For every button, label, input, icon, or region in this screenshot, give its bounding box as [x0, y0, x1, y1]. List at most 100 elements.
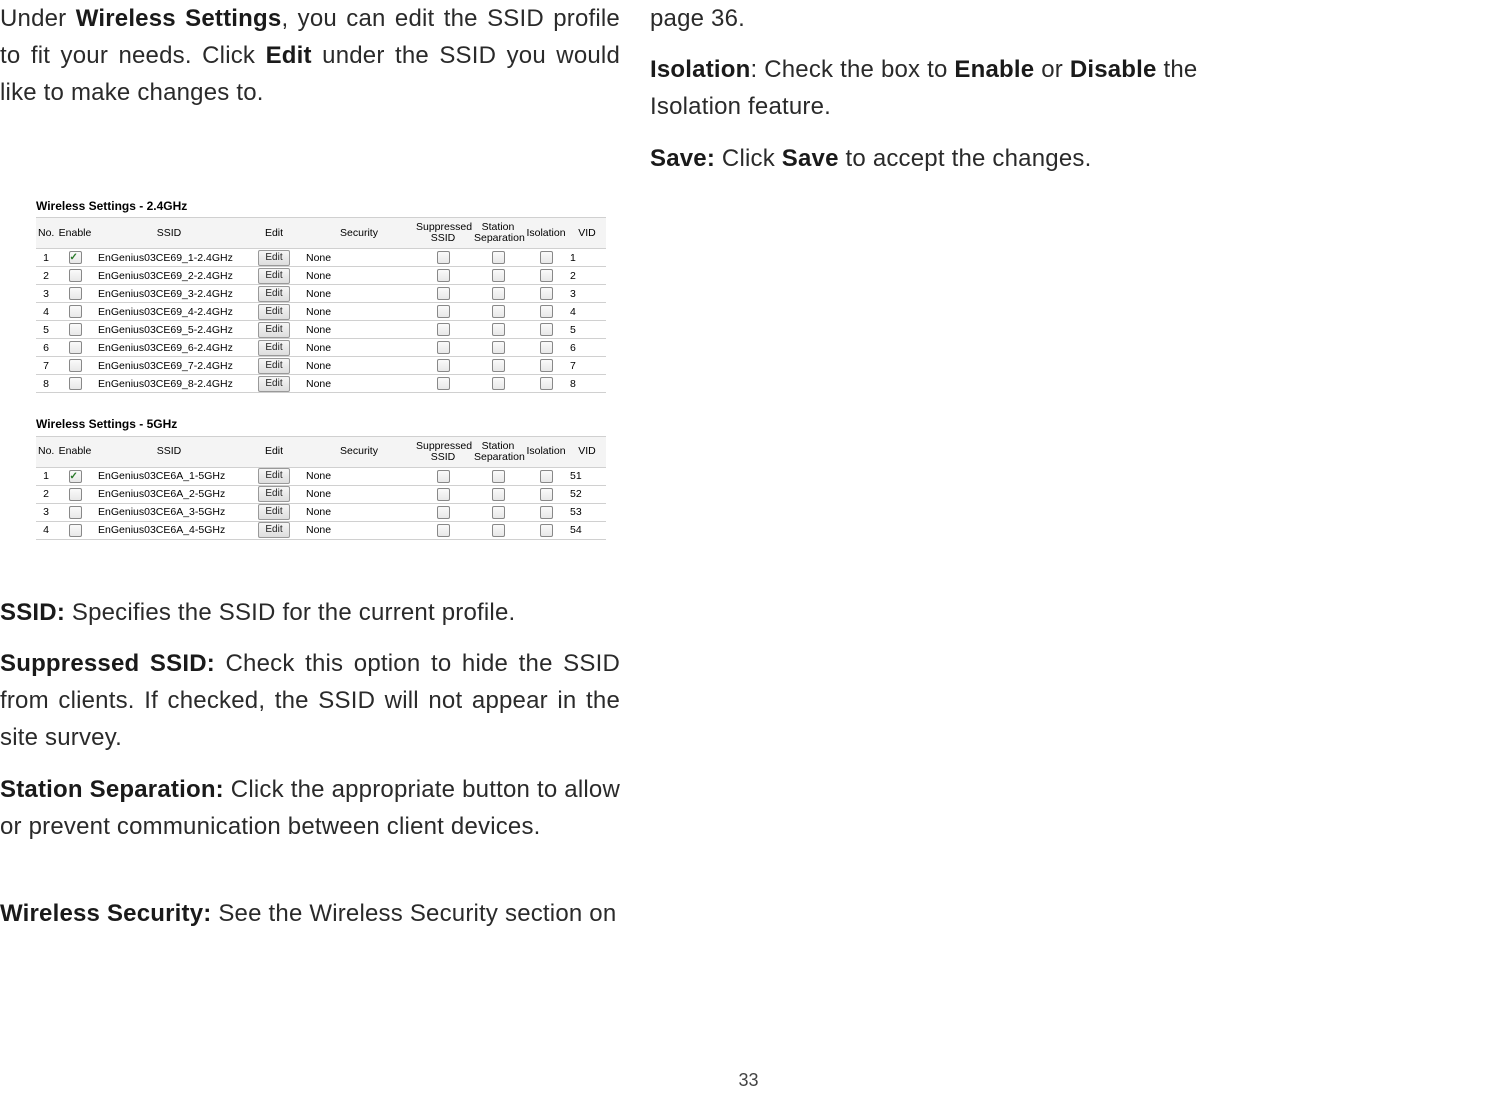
suppressed-checkbox[interactable]: [437, 251, 450, 264]
table-row: 4EnGenius03CE69_4-2.4GHzEditNone4: [36, 303, 606, 321]
suppressed-checkbox[interactable]: [437, 269, 450, 282]
cell-iso: [524, 485, 568, 503]
cell-edit: Edit: [244, 339, 304, 357]
isolation-checkbox[interactable]: [540, 341, 553, 354]
separation-checkbox[interactable]: [492, 524, 505, 537]
table-header: Security: [304, 436, 414, 467]
term-enable: Enable: [954, 56, 1034, 83]
suppressed-checkbox[interactable]: [437, 524, 450, 537]
cell-sup: [414, 357, 472, 375]
cell-enable: [56, 321, 94, 339]
cell-sep: [472, 467, 524, 485]
edit-button[interactable]: Edit: [258, 504, 289, 520]
edit-button[interactable]: Edit: [258, 376, 289, 392]
separation-checkbox[interactable]: [492, 341, 505, 354]
table-row: 3EnGenius03CE6A_3-5GHzEditNone53: [36, 503, 606, 521]
cell-edit: Edit: [244, 303, 304, 321]
cell-enable: [56, 521, 94, 539]
cell-vid: 1: [568, 249, 606, 267]
separation-checkbox[interactable]: [492, 287, 505, 300]
cell-edit: Edit: [244, 521, 304, 539]
cell-sup: [414, 467, 472, 485]
edit-button[interactable]: Edit: [258, 322, 289, 338]
suppressed-checkbox[interactable]: [437, 341, 450, 354]
right-column: page 36. Isolation: Check the box to Ena…: [650, 0, 1290, 191]
enable-checkbox[interactable]: [69, 524, 82, 537]
enable-checkbox[interactable]: [69, 359, 82, 372]
edit-button[interactable]: Edit: [258, 358, 289, 374]
def-station-separation: Station Separation: Click the appropriat…: [0, 771, 620, 845]
isolation-checkbox[interactable]: [540, 305, 553, 318]
table-header: VID: [568, 218, 606, 249]
separation-checkbox[interactable]: [492, 305, 505, 318]
isolation-checkbox[interactable]: [540, 506, 553, 519]
separation-checkbox[interactable]: [492, 251, 505, 264]
cell-edit: Edit: [244, 321, 304, 339]
edit-button[interactable]: Edit: [258, 340, 289, 356]
isolation-checkbox[interactable]: [540, 470, 553, 483]
suppressed-checkbox[interactable]: [437, 305, 450, 318]
isolation-checkbox[interactable]: [540, 323, 553, 336]
table-row: 6EnGenius03CE69_6-2.4GHzEditNone6: [36, 339, 606, 357]
enable-checkbox[interactable]: [69, 287, 82, 300]
table-row: 2EnGenius03CE6A_2-5GHzEditNone52: [36, 485, 606, 503]
cell-iso: [524, 339, 568, 357]
suppressed-checkbox[interactable]: [437, 323, 450, 336]
edit-button[interactable]: Edit: [258, 468, 289, 484]
separation-checkbox[interactable]: [492, 470, 505, 483]
table-5ghz: No.EnableSSIDEditSecuritySuppressedSSIDS…: [36, 436, 606, 540]
isolation-checkbox[interactable]: [540, 269, 553, 282]
def-wireless-security: Wireless Security: See the Wireless Secu…: [0, 895, 620, 932]
suppressed-checkbox[interactable]: [437, 377, 450, 390]
suppressed-checkbox[interactable]: [437, 506, 450, 519]
enable-checkbox[interactable]: [69, 341, 82, 354]
suppressed-checkbox[interactable]: [437, 287, 450, 300]
enable-checkbox[interactable]: [69, 305, 82, 318]
edit-button[interactable]: Edit: [258, 250, 289, 266]
cell-sup: [414, 267, 472, 285]
separation-checkbox[interactable]: [492, 488, 505, 501]
cell-enable: [56, 303, 94, 321]
edit-button[interactable]: Edit: [258, 268, 289, 284]
table-header: Security: [304, 218, 414, 249]
isolation-checkbox[interactable]: [540, 251, 553, 264]
separation-checkbox[interactable]: [492, 359, 505, 372]
cell-sup: [414, 521, 472, 539]
cell-vid: 3: [568, 285, 606, 303]
isolation-checkbox[interactable]: [540, 524, 553, 537]
left-column: Under Wireless Settings, you can edit th…: [0, 0, 620, 946]
cell-vid: 53: [568, 503, 606, 521]
separation-checkbox[interactable]: [492, 269, 505, 282]
suppressed-checkbox[interactable]: [437, 359, 450, 372]
term-wireless-settings: Wireless Settings: [76, 5, 282, 32]
edit-button[interactable]: Edit: [258, 486, 289, 502]
edit-button[interactable]: Edit: [258, 522, 289, 538]
edit-button[interactable]: Edit: [258, 304, 289, 320]
edit-button[interactable]: Edit: [258, 286, 289, 302]
separation-checkbox[interactable]: [492, 506, 505, 519]
cell-sup: [414, 249, 472, 267]
isolation-checkbox[interactable]: [540, 359, 553, 372]
isolation-checkbox[interactable]: [540, 488, 553, 501]
separation-checkbox[interactable]: [492, 323, 505, 336]
table-row: 1EnGenius03CE69_1-2.4GHzEditNone1: [36, 249, 606, 267]
table-title-5ghz: Wireless Settings - 5GHz: [36, 415, 606, 434]
suppressed-checkbox[interactable]: [437, 470, 450, 483]
enable-checkbox[interactable]: [69, 506, 82, 519]
cell-no: 8: [36, 375, 56, 393]
isolation-checkbox[interactable]: [540, 287, 553, 300]
enable-checkbox[interactable]: [69, 488, 82, 501]
cell-sep: [472, 339, 524, 357]
suppressed-checkbox[interactable]: [437, 488, 450, 501]
cell-edit: Edit: [244, 503, 304, 521]
enable-checkbox[interactable]: [69, 377, 82, 390]
isolation-checkbox[interactable]: [540, 377, 553, 390]
separation-checkbox[interactable]: [492, 377, 505, 390]
cell-no: 2: [36, 485, 56, 503]
enable-checkbox[interactable]: [69, 251, 82, 264]
table-row: 7EnGenius03CE69_7-2.4GHzEditNone7: [36, 357, 606, 375]
table-24ghz: No.EnableSSIDEditSecuritySuppressedSSIDS…: [36, 217, 606, 393]
enable-checkbox[interactable]: [69, 470, 82, 483]
enable-checkbox[interactable]: [69, 269, 82, 282]
enable-checkbox[interactable]: [69, 323, 82, 336]
